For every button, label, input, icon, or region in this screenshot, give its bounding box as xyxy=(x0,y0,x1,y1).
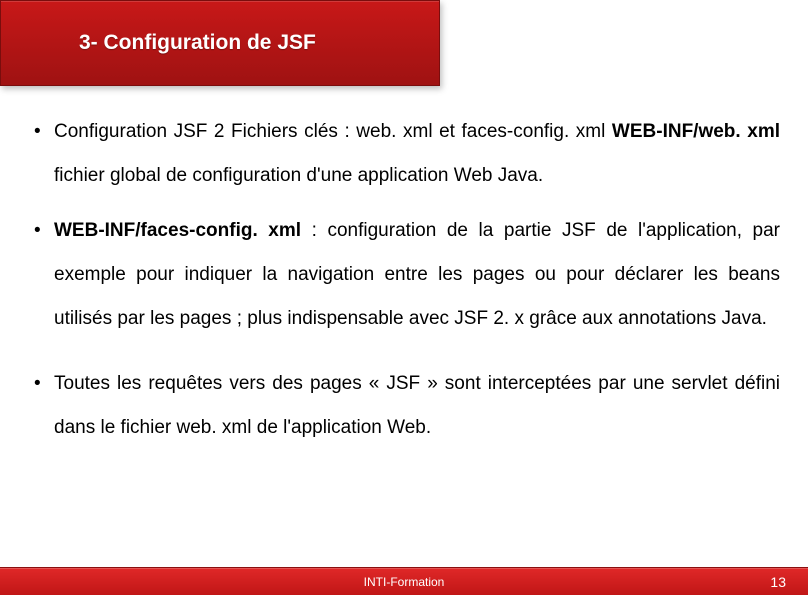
bullet-1: Configuration JSF 2 Fichiers clés : web.… xyxy=(28,110,780,197)
bullet-1-intro: Configuration JSF 2 Fichiers clés : web.… xyxy=(54,121,612,142)
bullet-1-rest: fichier global de configuration d'une ap… xyxy=(54,165,543,186)
bullet-2-bold: WEB-INF/faces-config. xml xyxy=(54,220,301,241)
page-number: 13 xyxy=(770,574,786,590)
footer-label: INTI-Formation xyxy=(0,575,808,589)
bullet-1-bold: WEB-INF/web. xml xyxy=(612,121,780,142)
title-bar: 3- Configuration de JSF xyxy=(0,0,440,86)
slide-title: 3- Configuration de JSF xyxy=(1,31,316,55)
footer-bar: INTI-Formation 13 xyxy=(0,567,808,595)
bullet-3: Toutes les requêtes vers des pages « JSF… xyxy=(28,362,780,449)
bullet-2: WEB-INF/faces-config. xml : configuratio… xyxy=(28,209,780,340)
slide-content: Configuration JSF 2 Fichiers clés : web.… xyxy=(28,110,780,462)
bullet-3-text: Toutes les requêtes vers des pages « JSF… xyxy=(54,373,780,438)
